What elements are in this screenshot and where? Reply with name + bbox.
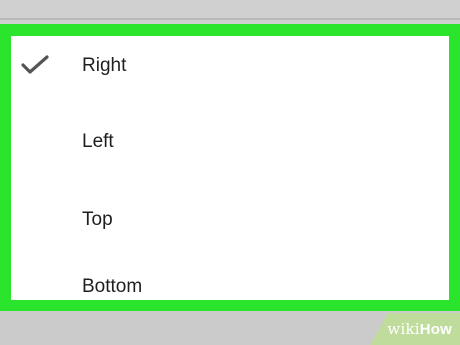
position-options-menu: Right Left Top Bottom [11,36,449,300]
check-icon [21,55,49,74]
watermark-text: wikiHow [387,320,452,339]
menu-item-top[interactable]: Top [11,202,449,242]
menu-item-label: Left [82,131,114,152]
menu-item-right[interactable]: Right [11,48,449,88]
menu-item-bottom[interactable]: Bottom [11,276,449,300]
watermark-suffix: How [419,321,452,338]
menu-item-label: Bottom [82,276,143,297]
menu-item-label: Right [82,55,127,76]
menu-item-label: Top [82,209,113,230]
menu-item-left[interactable]: Left [11,124,449,164]
highlighted-menu-frame: Right Left Top Bottom [0,24,460,311]
watermark-prefix: wiki [387,320,420,338]
top-background-strip [0,0,460,24]
top-divider [0,18,460,20]
